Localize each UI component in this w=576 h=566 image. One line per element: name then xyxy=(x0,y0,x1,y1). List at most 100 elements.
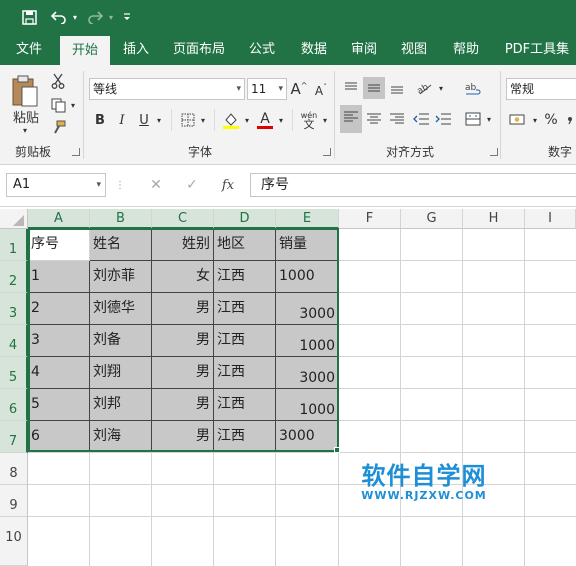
bold-button[interactable]: B xyxy=(92,109,108,131)
drag-handle-icon[interactable]: ⋮ xyxy=(115,175,125,195)
column-header-d[interactable]: D xyxy=(214,209,276,229)
cell-d2[interactable]: 江西 xyxy=(214,261,276,293)
cell-a7[interactable]: 6 xyxy=(28,421,90,452)
cell-d6[interactable]: 江西 xyxy=(214,389,276,421)
paste-dropdown-icon[interactable]: ▾ xyxy=(18,125,32,135)
cell-d3[interactable]: 江西 xyxy=(214,293,276,325)
row-header-1[interactable]: 1 xyxy=(0,229,28,261)
align-right-icon[interactable] xyxy=(386,107,408,131)
format-painter-icon[interactable] xyxy=(48,117,68,137)
column-header-c[interactable]: C xyxy=(152,209,214,229)
formula-input[interactable]: 序号 xyxy=(250,173,576,197)
tab-data[interactable]: 数据 xyxy=(292,34,336,65)
column-header-a[interactable]: A xyxy=(28,209,90,229)
phonetic-dropdown-icon[interactable]: ▾ xyxy=(320,109,330,131)
row-header-6[interactable]: 6 xyxy=(0,389,28,421)
cell-b5[interactable]: 刘翔 xyxy=(90,357,152,389)
row-header-5[interactable]: 5 xyxy=(0,357,28,389)
paste-icon[interactable] xyxy=(8,71,42,111)
row-header-3[interactable]: 3 xyxy=(0,293,28,325)
cell-e2[interactable]: 1000 xyxy=(276,261,339,293)
tab-insert[interactable]: 插入 xyxy=(114,34,158,65)
column-header-i[interactable]: I xyxy=(525,209,576,229)
align-bottom-icon[interactable] xyxy=(386,77,408,99)
tab-help[interactable]: 帮助 xyxy=(444,34,488,65)
save-icon[interactable] xyxy=(16,0,42,34)
cut-icon[interactable] xyxy=(48,71,68,91)
cell-e7[interactable]: 3000 xyxy=(276,421,339,452)
undo-icon[interactable] xyxy=(48,0,70,34)
cell-c6[interactable]: 男 xyxy=(152,389,214,421)
italic-button[interactable]: I xyxy=(114,109,130,131)
customize-dropdown-icon[interactable] xyxy=(120,0,134,34)
grow-font-button[interactable]: A ^ xyxy=(290,78,308,100)
cell-b7[interactable]: 刘海 xyxy=(90,421,152,452)
cancel-icon[interactable]: ✕ xyxy=(144,175,168,195)
cell-c2[interactable]: 女 xyxy=(152,261,214,293)
align-left-icon[interactable] xyxy=(340,105,362,133)
cell-b1[interactable]: 姓名 xyxy=(90,229,152,261)
cell-c7[interactable]: 男 xyxy=(152,421,214,452)
column-header-g[interactable]: G xyxy=(401,209,463,229)
cell-d1[interactable]: 地区 xyxy=(214,229,276,261)
row-header-2[interactable]: 2 xyxy=(0,261,28,293)
orientation-icon[interactable]: ab xyxy=(412,77,436,99)
borders-icon[interactable] xyxy=(178,109,198,131)
cell-d7[interactable]: 江西 xyxy=(214,421,276,452)
accounting-format-icon[interactable] xyxy=(506,109,530,131)
row-header-9[interactable]: 9 xyxy=(0,485,28,517)
undo-dropdown-icon[interactable]: ▾ xyxy=(70,0,80,34)
font-size-select[interactable]: 11 ▾ xyxy=(247,78,287,100)
phonetic-guide-button[interactable]: wén 文 xyxy=(298,107,320,133)
cell-a4[interactable]: 3 xyxy=(28,325,90,357)
column-header-b[interactable]: B xyxy=(90,209,152,229)
cell-d5[interactable]: 江西 xyxy=(214,357,276,389)
cell-e1[interactable]: 销量 xyxy=(276,229,339,261)
copy-dropdown-icon[interactable]: ▾ xyxy=(68,95,78,115)
enter-icon[interactable]: ✓ xyxy=(180,175,204,195)
cell-a3[interactable]: 2 xyxy=(28,293,90,325)
tab-review[interactable]: 审阅 xyxy=(342,34,386,65)
cell-b6[interactable]: 刘邦 xyxy=(90,389,152,421)
shrink-font-button[interactable]: Aˇ xyxy=(312,80,330,102)
align-top-icon[interactable] xyxy=(340,77,362,99)
fill-color-dropdown-icon[interactable]: ▾ xyxy=(242,109,252,131)
alignment-launcher-icon[interactable] xyxy=(490,148,498,156)
cell-e4[interactable]: 1000 xyxy=(276,325,339,357)
merge-dropdown-icon[interactable]: ▾ xyxy=(484,107,494,131)
cell-a1[interactable]: 序号 xyxy=(28,229,90,261)
clipboard-launcher-icon[interactable] xyxy=(72,148,80,156)
decrease-indent-icon[interactable] xyxy=(410,107,432,131)
copy-icon[interactable] xyxy=(48,95,68,115)
font-color-dropdown-icon[interactable]: ▾ xyxy=(276,109,286,131)
increase-indent-icon[interactable] xyxy=(432,107,454,131)
column-header-h[interactable]: H xyxy=(463,209,525,229)
cell-a5[interactable]: 4 xyxy=(28,357,90,389)
tab-page-layout[interactable]: 页面布局 xyxy=(166,34,232,65)
cell-c3[interactable]: 男 xyxy=(152,293,214,325)
row-header-10[interactable]: 10 xyxy=(0,517,28,566)
fill-color-icon[interactable] xyxy=(220,109,242,131)
tab-pdf-tools[interactable]: PDF工具集 xyxy=(498,34,576,65)
cell-b2[interactable]: 刘亦菲 xyxy=(90,261,152,293)
percent-button[interactable]: % xyxy=(542,109,560,131)
tab-formulas[interactable]: 公式 xyxy=(240,34,284,65)
column-header-e[interactable]: E xyxy=(276,209,339,229)
row-header-4[interactable]: 4 xyxy=(0,325,28,357)
paste-button[interactable]: 粘贴 xyxy=(10,107,42,126)
wrap-text-icon[interactable]: ab xyxy=(462,77,484,99)
font-name-select[interactable]: 等线 ▾ xyxy=(89,78,245,100)
cell-e5[interactable]: 3000 xyxy=(276,357,339,389)
cell-c4[interactable]: 男 xyxy=(152,325,214,357)
font-launcher-icon[interactable] xyxy=(323,148,331,156)
align-middle-icon[interactable] xyxy=(363,77,385,99)
tab-file[interactable]: 文件 xyxy=(6,34,52,65)
column-header-f[interactable]: F xyxy=(339,209,401,229)
number-format-select[interactable]: 常规 xyxy=(506,78,576,100)
align-center-icon[interactable] xyxy=(363,107,385,131)
cell-c1[interactable]: 姓别 xyxy=(152,229,214,261)
insert-function-icon[interactable]: fx xyxy=(216,175,240,195)
accounting-dropdown-icon[interactable]: ▾ xyxy=(530,109,540,131)
row-header-8[interactable]: 8 xyxy=(0,453,28,485)
name-box[interactable]: A1 ▾ xyxy=(6,173,106,197)
